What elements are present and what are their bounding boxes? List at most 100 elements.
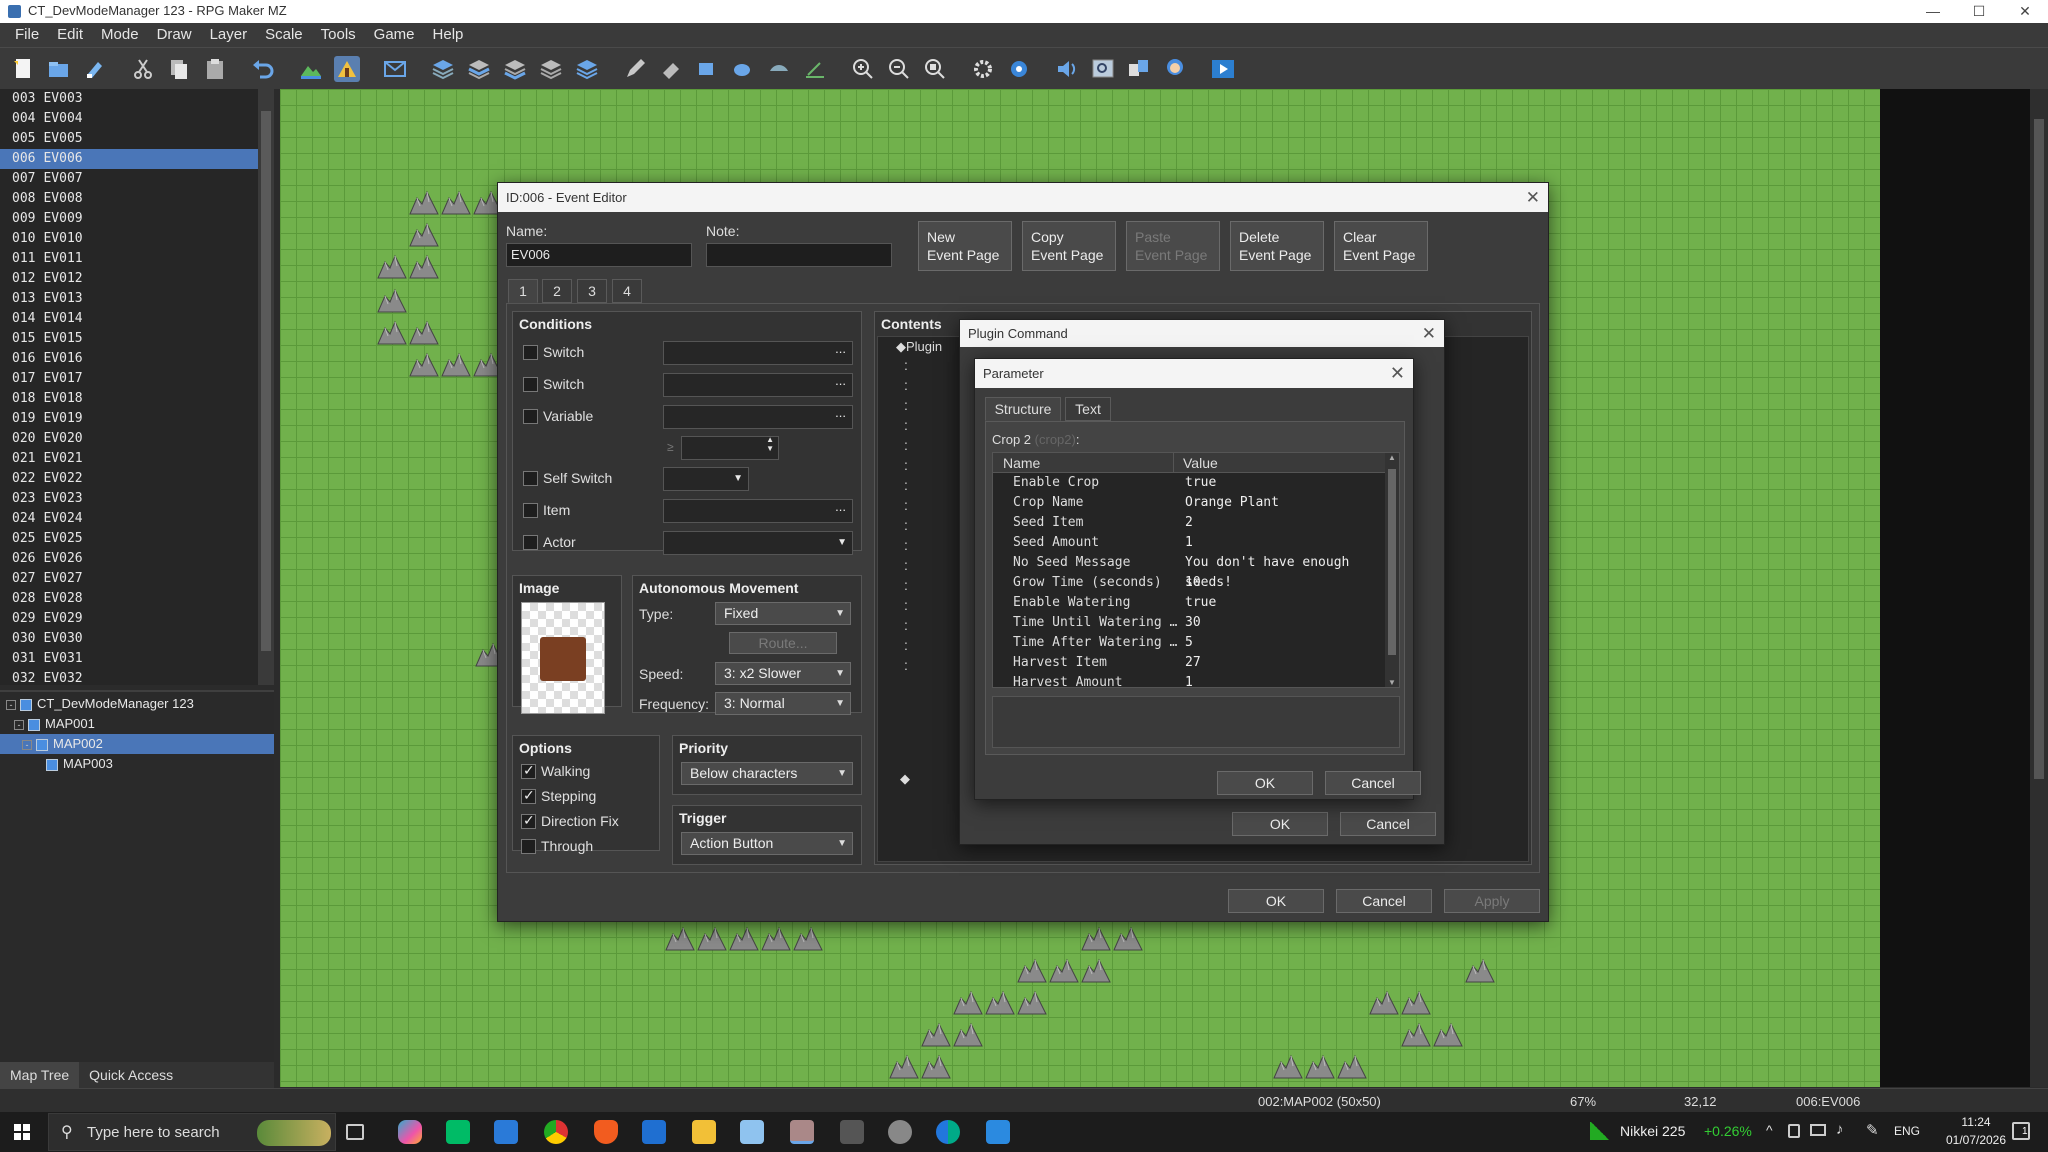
- event-list-item[interactable]: 006 EV006: [0, 149, 258, 169]
- close-icon[interactable]: ✕: [1390, 359, 1405, 388]
- file-explorer-icon[interactable]: [692, 1120, 716, 1144]
- column-name[interactable]: Name: [1003, 455, 1040, 471]
- event-list-item[interactable]: 029 EV029: [0, 609, 258, 629]
- event-name-field[interactable]: EV006: [506, 243, 692, 267]
- table-row[interactable]: Time After Watering … 5: [993, 633, 1393, 653]
- priority-select[interactable]: Below characters ▼: [681, 762, 853, 785]
- movement-speed-select[interactable]: 3: x2 Slower ▼: [715, 662, 851, 685]
- plugin-manager-icon[interactable]: [1006, 56, 1032, 82]
- brave-icon[interactable]: [594, 1120, 618, 1144]
- event-searcher-icon[interactable]: [1090, 56, 1116, 82]
- plugin-command-line[interactable]: ◆Plugin: [896, 339, 942, 355]
- menu-file[interactable]: File: [6, 23, 48, 47]
- map-vertical-scrollbar[interactable]: [2030, 89, 2048, 1087]
- paste-event-page-button[interactable]: Paste Event Page: [1126, 221, 1220, 271]
- pen-icon[interactable]: ✎: [1866, 1121, 1879, 1139]
- movement-type-select[interactable]: Fixed ▼: [715, 602, 851, 625]
- tab-page-3[interactable]: 3: [577, 279, 607, 303]
- close-window-button[interactable]: ✕: [2002, 0, 2048, 23]
- tree-project[interactable]: - CT_DevModeManager 123: [0, 694, 274, 714]
- stepping-checkbox[interactable]: [521, 787, 536, 804]
- app-icon-2[interactable]: [840, 1120, 864, 1144]
- event-list-item[interactable]: 005 EV005: [0, 129, 258, 149]
- region-mode-icon[interactable]: [382, 56, 408, 82]
- character-generator-icon[interactable]: [1162, 56, 1188, 82]
- task-view-icon[interactable]: [346, 1124, 364, 1140]
- new-event-page-button[interactable]: New Event Page: [918, 221, 1012, 271]
- event-list-item[interactable]: 013 EV013: [0, 289, 258, 309]
- tree-map-001[interactable]: - MAP001: [0, 714, 274, 734]
- device-icon[interactable]: [1788, 1124, 1800, 1138]
- language-indicator[interactable]: ENG: [1894, 1124, 1920, 1138]
- table-row[interactable]: Harvest Item 27: [993, 653, 1393, 673]
- calculator-icon[interactable]: [642, 1120, 666, 1144]
- item-field[interactable]: ...: [663, 499, 853, 523]
- menu-draw[interactable]: Draw: [148, 23, 201, 47]
- actor-select[interactable]: ▼: [663, 531, 853, 555]
- table-row[interactable]: Enable Watering true: [993, 593, 1393, 613]
- event-list-item[interactable]: 009 EV009: [0, 209, 258, 229]
- plugin-command-cancel-button[interactable]: Cancel: [1340, 812, 1436, 836]
- chevron-up-icon[interactable]: ^: [1766, 1122, 1773, 1138]
- event-list-item[interactable]: 012 EV012: [0, 269, 258, 289]
- walking-checkbox[interactable]: [521, 762, 536, 779]
- layer-4-icon[interactable]: [538, 56, 564, 82]
- event-list-item[interactable]: 007 EV007: [0, 169, 258, 189]
- layer-2-icon[interactable]: [466, 56, 492, 82]
- close-icon[interactable]: ✕: [1526, 183, 1540, 212]
- route-button[interactable]: Route...: [729, 632, 837, 654]
- table-row[interactable]: No Seed Message You don't have enough see…: [993, 553, 1393, 590]
- rectangle-icon[interactable]: [694, 56, 720, 82]
- menu-scale[interactable]: Scale: [256, 23, 312, 47]
- event-list-item[interactable]: 003 EV003: [0, 89, 258, 109]
- pencil-icon[interactable]: [622, 56, 648, 82]
- event-note-field[interactable]: [706, 243, 892, 267]
- app-icon-1[interactable]: [446, 1120, 470, 1144]
- menu-layer[interactable]: Layer: [201, 23, 257, 47]
- item-checkbox[interactable]: [523, 503, 538, 518]
- event-list-item[interactable]: 032 EV032: [0, 669, 258, 685]
- event-list-item[interactable]: 022 EV022: [0, 469, 258, 489]
- zoom-in-icon[interactable]: [850, 56, 876, 82]
- database-icon[interactable]: [970, 56, 996, 82]
- switch2-checkbox[interactable]: [523, 377, 538, 392]
- event-list-item[interactable]: 025 EV025: [0, 529, 258, 549]
- event-list-item[interactable]: 018 EV018: [0, 389, 258, 409]
- minimize-button[interactable]: —: [1910, 0, 1956, 23]
- event-list-item[interactable]: 031 EV031: [0, 649, 258, 669]
- event-list-item[interactable]: 010 EV010: [0, 229, 258, 249]
- taskbar-search[interactable]: ⚲ Type here to search: [48, 1113, 336, 1151]
- stock-widget[interactable]: Nikkei 225: [1620, 1123, 1685, 1139]
- app-icon-3[interactable]: [888, 1120, 912, 1144]
- copilot-icon[interactable]: [398, 1120, 422, 1144]
- event-list-item[interactable]: 004 EV004: [0, 109, 258, 129]
- rpg-maker-task-icon[interactable]: [790, 1120, 814, 1144]
- event-list-item[interactable]: 027 EV027: [0, 569, 258, 589]
- parameter-scrollbar[interactable]: ▲ ▼: [1385, 453, 1399, 687]
- parameter-cancel-button[interactable]: Cancel: [1325, 771, 1421, 795]
- close-icon[interactable]: ✕: [1422, 320, 1436, 347]
- event-editor-apply-button[interactable]: Apply: [1444, 889, 1540, 913]
- paste-icon[interactable]: [202, 56, 228, 82]
- menu-help[interactable]: Help: [424, 23, 473, 47]
- event-list-item[interactable]: 015 EV015: [0, 329, 258, 349]
- network-icon[interactable]: [1810, 1124, 1826, 1136]
- tab-page-2[interactable]: 2: [542, 279, 572, 303]
- table-row[interactable]: Crop Name Orange Plant: [993, 493, 1393, 513]
- store-icon[interactable]: [494, 1120, 518, 1144]
- event-list-item[interactable]: 030 EV030: [0, 629, 258, 649]
- copy-icon[interactable]: [166, 56, 192, 82]
- event-list-item[interactable]: 014 EV014: [0, 309, 258, 329]
- resource-manager-icon[interactable]: [1126, 56, 1152, 82]
- column-value[interactable]: Value: [1183, 455, 1218, 471]
- table-row[interactable]: Grow Time (seconds) 10: [993, 573, 1393, 593]
- self-switch-checkbox[interactable]: [523, 471, 538, 486]
- event-list-item[interactable]: 028 EV028: [0, 589, 258, 609]
- event-list-item[interactable]: 008 EV008: [0, 189, 258, 209]
- flood-fill-icon[interactable]: [766, 56, 792, 82]
- movement-frequency-select[interactable]: 3: Normal ▼: [715, 692, 851, 715]
- zoom-actual-icon[interactable]: [922, 56, 948, 82]
- delete-event-page-button[interactable]: Delete Event Page: [1230, 221, 1324, 271]
- tree-map-003[interactable]: MAP003: [0, 754, 274, 774]
- trigger-select[interactable]: Action Button ▼: [681, 832, 853, 855]
